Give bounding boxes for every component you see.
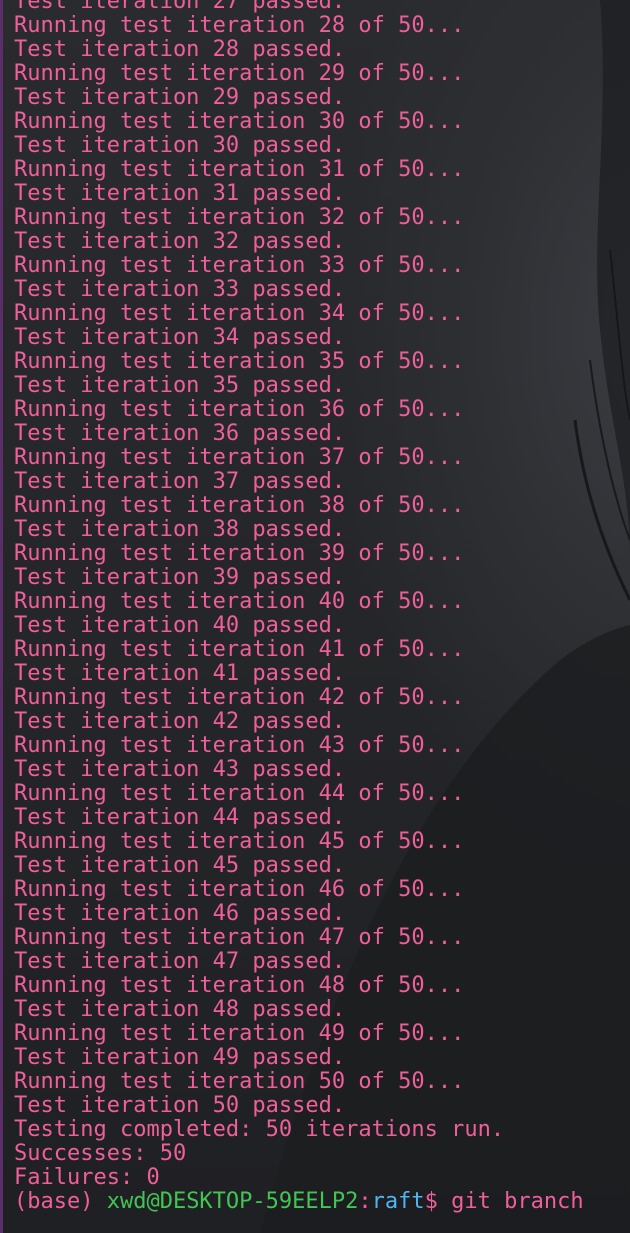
output-line: Failures: 0 [14,1165,160,1190]
output-line: Test iteration 45 passed. [14,853,346,878]
output-line: Test iteration 42 passed. [14,709,346,734]
output-line: Test iteration 44 passed. [14,805,346,830]
output-line: Running test iteration 43 of 50... [14,733,465,758]
output-line: Running test iteration 41 of 50... [14,637,465,662]
output-line: Test iteration 29 passed. [14,85,346,110]
output-line: Running test iteration 40 of 50... [14,589,465,614]
output-line: Running test iteration 32 of 50... [14,205,465,230]
output-line: Test iteration 35 passed. [14,373,346,398]
output-line: Running test iteration 50 of 50... [14,1069,465,1094]
output-line: Test iteration 30 passed. [14,133,346,158]
output-line: Running test iteration 49 of 50... [14,1021,465,1046]
output-line: Test iteration 31 passed. [14,181,346,206]
output-line: Test iteration 43 passed. [14,757,346,782]
output-line: Running test iteration 34 of 50... [14,301,465,326]
output-line: Running test iteration 35 of 50... [14,349,465,374]
output-line: Running test iteration 47 of 50... [14,925,465,950]
output-line: Running test iteration 31 of 50... [14,157,465,182]
output-line: Running test iteration 28 of 50... [14,13,465,38]
prompt-path: raft [371,1189,425,1214]
output-line: Test iteration 36 passed. [14,421,346,446]
output-line: Test iteration 27 passed. [14,0,346,14]
prompt-env: (base) [14,1189,107,1214]
prompt-sign: $ [424,1189,452,1214]
output-line: Test iteration 37 passed. [14,469,346,494]
output-line: Running test iteration 38 of 50... [14,493,465,518]
output-line: Test iteration 46 passed. [14,901,346,926]
output-line: Running test iteration 42 of 50... [14,685,465,710]
output-line: Running test iteration 37 of 50... [14,445,465,470]
output-line: Test iteration 28 passed. [14,37,346,62]
output-line: Running test iteration 39 of 50... [14,541,465,566]
output-line: Test iteration 50 passed. [14,1093,346,1118]
output-line: Test iteration 41 passed. [14,661,346,686]
output-line: Successes: 50 [14,1141,187,1166]
output-line: Test iteration 32 passed. [14,229,346,254]
terminal-output[interactable]: Test iteration 27 passed. Running test it… [14,0,630,1214]
output-line: Test iteration 48 passed. [14,997,346,1022]
output-line: Running test iteration 33 of 50... [14,253,465,278]
output-line: Running test iteration 44 of 50... [14,781,465,806]
output-line: Running test iteration 45 of 50... [14,829,465,854]
output-line: Test iteration 49 passed. [14,1045,346,1070]
output-line: Test iteration 33 passed. [14,277,346,302]
output-line: Test iteration 38 passed. [14,517,346,542]
prompt-user-host: xwd@DESKTOP-59EELP2 [106,1189,359,1214]
prompt-separator: : [358,1189,372,1214]
shell-prompt-line[interactable]: (base) xwd@DESKTOP-59EELP2:raft$ git bra… [14,1190,630,1214]
prompt-command: git branch [451,1189,584,1214]
output-line: Test iteration 47 passed. [14,949,346,974]
terminal-window[interactable]: Test iteration 27 passed. Running test it… [0,0,630,1233]
output-line: Running test iteration 29 of 50... [14,61,465,86]
output-line: Test iteration 40 passed. [14,613,346,638]
output-line: Test iteration 39 passed. [14,565,346,590]
output-line: Testing completed: 50 iterations run. [14,1117,505,1142]
output-line: Running test iteration 30 of 50... [14,109,465,134]
output-line: Running test iteration 46 of 50... [14,877,465,902]
output-line: Running test iteration 36 of 50... [14,397,465,422]
output-line: Running test iteration 48 of 50... [14,973,465,998]
output-line: Test iteration 34 passed. [14,325,346,350]
